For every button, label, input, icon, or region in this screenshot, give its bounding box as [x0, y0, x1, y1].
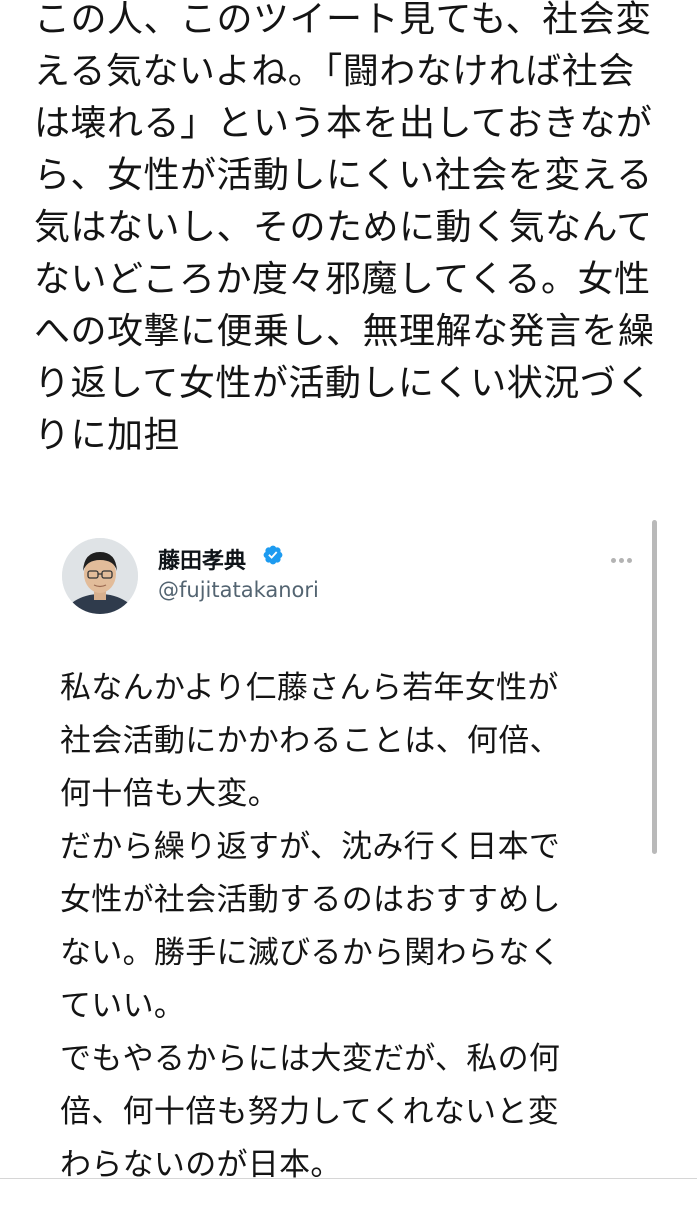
- quoted-tweet-line: 何十倍も大変。: [60, 776, 280, 812]
- quoted-tweet-line: 女性が社会活動するのはおすすめし: [60, 882, 561, 918]
- dot: [610, 557, 616, 563]
- bottom-divider: [0, 1178, 697, 1179]
- more-options-icon[interactable]: [606, 552, 636, 568]
- quoted-tweet-line: 社会活動にかかわることは、何倍、: [60, 723, 561, 759]
- quoted-tweet-line: ていい。: [60, 988, 186, 1024]
- post-text-line: は壊れる」という本を出しておきなが: [34, 103, 653, 144]
- quoted-tweet-line: 私なんかより仁藤さんら若年女性が: [60, 670, 559, 706]
- post-text-line: 気はないし、そのために動く気なんて: [34, 207, 653, 248]
- post-text-line: への攻撃に便乗し、無理解な発言を繰: [34, 311, 655, 352]
- post-text-line: この人、このツイート見ても、社会変: [34, 0, 652, 40]
- quoted-tweet-line: ない。勝手に滅びるから関わらなく: [60, 935, 561, 971]
- dot: [618, 557, 624, 563]
- quoted-tweet-line: でもやるからには大変だが、私の何: [60, 1041, 561, 1077]
- dot: [626, 557, 632, 563]
- post-text: この人、このツイート見ても、社会変 える気ないよね。「闘わなければ社会 は壊れる…: [34, 0, 674, 462]
- quoted-tweet-line: わらないのが日本。: [60, 1147, 342, 1183]
- post-text-line: ないどころか度々邪魔してくる。女性: [34, 259, 651, 300]
- post-text-line: える気ないよね。「闘わなければ社会: [34, 51, 635, 92]
- author-handle[interactable]: @fujitatakanori: [158, 578, 319, 602]
- quoted-tweet-body: 私なんかより仁藤さんら若年女性が 社会活動にかかわることは、何倍、 何十倍も大変…: [60, 662, 640, 1192]
- post-text-line: ら、女性が活動しにくい社会を変える: [34, 155, 653, 196]
- avatar[interactable]: [62, 538, 138, 614]
- author-name[interactable]: 藤田孝典: [158, 543, 246, 575]
- post-text-line: りに加担: [34, 415, 181, 456]
- quoted-tweet-card[interactable]: 藤田孝典 @fujitatakanori 私なんかより仁藤さんら若年女性が 社会…: [40, 518, 640, 1218]
- verified-badge-icon: [263, 545, 283, 565]
- scrollbar[interactable]: [652, 520, 657, 854]
- post-text-line: り返して女性が活動しにくい状況づく: [34, 363, 653, 404]
- quoted-tweet-line: だから繰り返すが、沈み行く日本で: [60, 829, 561, 865]
- quoted-tweet-line: 倍、何十倍も努力してくれないと変: [60, 1094, 559, 1130]
- avatar-image: [62, 538, 138, 614]
